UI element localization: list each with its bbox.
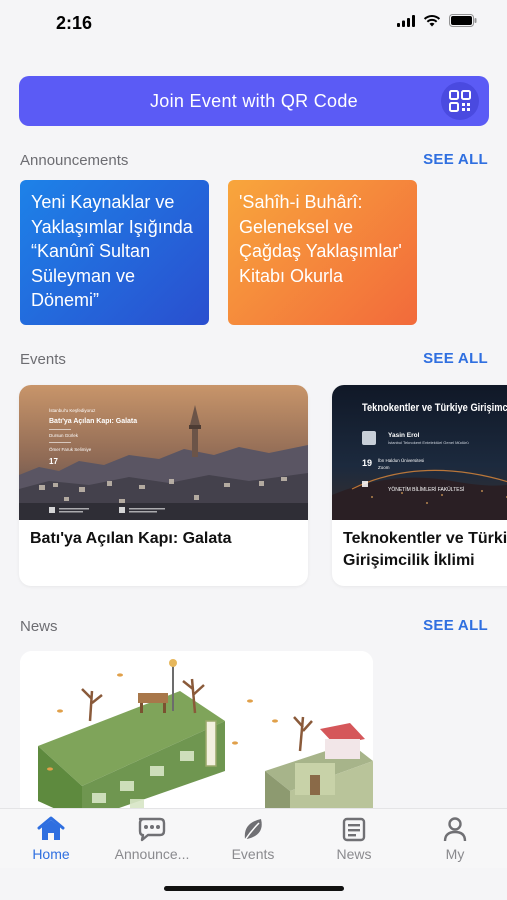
announcement-card[interactable]: Yeni Kaynaklar ve Yaklaşımlar Işığında “… [20, 180, 209, 325]
events-title: Events [20, 351, 66, 368]
status-time: 2:16 [56, 13, 93, 33]
person-icon [443, 817, 467, 842]
event-title: Teknokentler ve Türkiye Girişimcilik İkl… [343, 530, 507, 569]
wifi-icon [423, 15, 441, 27]
tab-label: My [445, 846, 465, 862]
announcement-text: Yeni Kaynaklar ve Yaklaşımlar Işığında “… [31, 192, 193, 310]
tab-bar: Home Announce... Events News My [0, 808, 507, 868]
events-header: Events SEE ALL [20, 349, 488, 373]
poster-speaker-role: İstanbul Teknokent Entelektüel Genel Müd… [388, 440, 469, 445]
news-see-all-link[interactable]: SEE ALL [423, 617, 488, 634]
tab-label: Home [32, 846, 70, 862]
qr-code-icon [441, 82, 479, 120]
join-event-qr-button[interactable]: Join Event with QR Code [19, 76, 489, 126]
tab-label: News [336, 846, 372, 862]
status-bar: 2:16 [0, 0, 507, 50]
poster-speaker: Ömer Faruk Selimiye [49, 446, 92, 452]
chat-icon [138, 817, 166, 842]
news-image [20, 651, 373, 821]
tab-label: Announce... [114, 846, 190, 862]
tab-news[interactable]: News [304, 815, 404, 862]
announcement-card[interactable]: 'Sahîh-i Buhârî: Geleneksel ve Çağdaş Ya… [228, 180, 417, 325]
signal-icon [397, 14, 415, 27]
news-card[interactable] [20, 651, 373, 821]
event-card[interactable]: İstanbul'u Keşfediyoruz Batı'ya Açılan K… [19, 385, 308, 586]
events-see-all-link[interactable]: SEE ALL [423, 350, 488, 367]
announcement-text: 'Sahîh-i Buhârî: Geleneksel ve Çağdaş Ya… [239, 192, 402, 286]
poster-speaker: Yasin Erol [388, 432, 420, 439]
news-header: News SEE ALL [20, 616, 488, 640]
event-poster-image: İstanbul'u Keşfediyoruz Batı'ya Açılan K… [19, 385, 308, 520]
poster-series: İstanbul'u Keşfediyoruz [49, 407, 96, 413]
tab-my[interactable]: My [405, 815, 505, 862]
poster-day: 19 [362, 458, 372, 468]
poster-day: 17 [49, 457, 58, 466]
event-title: Batı'ya Açılan Kapı: Galata [30, 530, 232, 547]
tab-events[interactable]: Events [203, 815, 303, 862]
tab-announcements[interactable]: Announce... [102, 815, 202, 862]
event-card[interactable]: Teknokentler ve Türkiye Girişimcilik İkl… [332, 385, 507, 586]
poster-heading: Teknokentler ve Türkiye Girişimcilik İkl… [362, 401, 507, 414]
leaf-icon [244, 819, 262, 841]
announcements-see-all-link[interactable]: SEE ALL [423, 151, 488, 168]
tab-home[interactable]: Home [1, 815, 101, 862]
poster-platform: Zoom [378, 465, 390, 470]
poster-venue: İbn Haldun Üniversitesi [378, 457, 424, 463]
announcements-header: Announcements SEE ALL [20, 150, 488, 174]
event-poster-image: Teknokentler ve Türkiye Girişimcilik İkl… [332, 385, 507, 520]
news-title: News [20, 618, 58, 635]
announcements-title: Announcements [20, 152, 129, 169]
home-indicator [164, 886, 344, 891]
poster-faculty: YÖNETİM BİLİMLERİ FAKÜLTESİ [388, 486, 464, 493]
tab-label: Events [231, 846, 275, 862]
home-icon [37, 816, 65, 840]
poster-heading: Batı'ya Açılan Kapı: Galata [49, 418, 137, 425]
newspaper-icon [342, 817, 366, 842]
battery-icon [449, 14, 477, 27]
qr-button-label: Join Event with QR Code [150, 90, 358, 111]
poster-speaker: Dursun Gürlek [49, 433, 79, 438]
